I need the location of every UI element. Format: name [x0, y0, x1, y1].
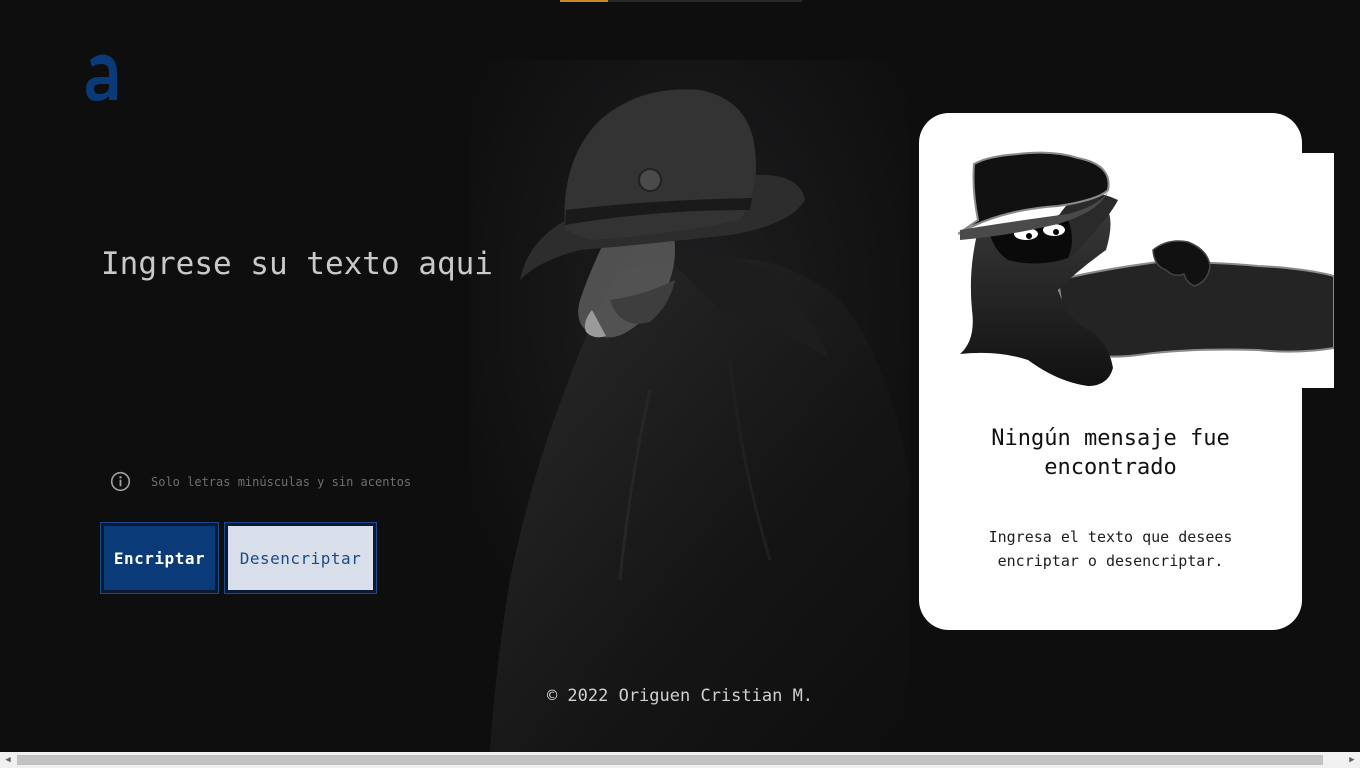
- hint-text: Solo letras minúsculas y sin acentos: [151, 474, 412, 489]
- footer-copyright: © 2022 Origuen Cristian M.: [546, 686, 814, 706]
- top-progress-fill: [560, 0, 609, 2]
- message-input[interactable]: [101, 244, 541, 444]
- scroll-right-arrow-icon[interactable]: ▶: [1344, 752, 1360, 768]
- alura-a-logo: [86, 54, 117, 101]
- horizontal-scrollbar[interactable]: ◀ ▶: [0, 752, 1360, 768]
- no-message-title: Ningún mensaje fue encontrado: [991, 426, 1230, 480]
- encrypt-button[interactable]: Encriptar: [100, 522, 219, 594]
- top-progress-bar: [560, 0, 802, 2]
- info-icon: [110, 471, 131, 492]
- scrollbar-thumb[interactable]: [17, 755, 1323, 765]
- no-message-text: Ingresa el texto que desees encriptar o …: [988, 528, 1233, 570]
- scroll-left-arrow-icon[interactable]: ◀: [0, 752, 16, 768]
- detective-illustration: [958, 151, 1334, 388]
- page: Solo letras minúsculas y sin acentos Enc…: [0, 0, 1360, 752]
- decrypt-button[interactable]: Desencriptar: [224, 522, 377, 594]
- hint-row: Solo letras minúsculas y sin acentos: [110, 471, 411, 492]
